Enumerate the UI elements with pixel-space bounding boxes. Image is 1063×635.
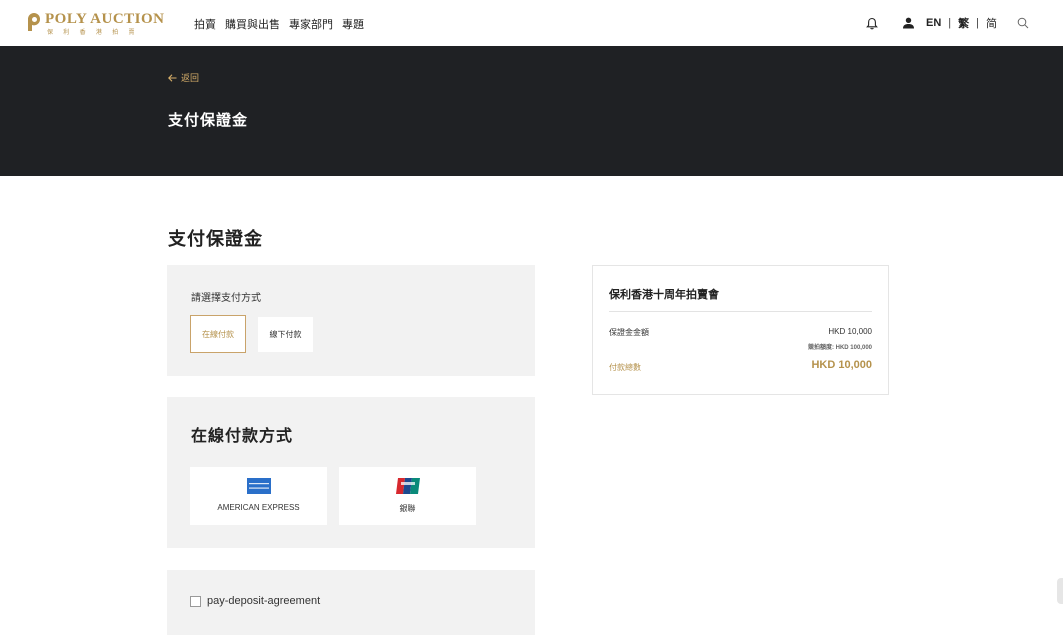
offline-payment-option[interactable]: 線下付款 xyxy=(258,317,313,352)
agreement-label: pay-deposit-agreement xyxy=(207,595,321,607)
amex-label: AMERICAN EXPRESS xyxy=(217,503,300,512)
page-hero-banner: 返回 支付保證金 xyxy=(0,46,1063,176)
payment-method-label: 請選擇支付方式 xyxy=(191,293,261,304)
deposit-amount-value: HKD 10,000 xyxy=(828,327,872,336)
amex-payment-card[interactable]: AMERICAN EXPRESS xyxy=(190,467,327,525)
header-utilities: EN | 繁 | 简 xyxy=(863,13,1032,33)
search-icon[interactable] xyxy=(1014,14,1032,32)
logo-text: POLY AUCTION xyxy=(45,11,165,27)
online-payment-methods-panel: 在線付款方式 AMERICAN EXPRESS 銀聯 xyxy=(167,397,535,548)
logo-subtext: 保利香港拍賣 xyxy=(47,30,145,36)
total-value: HKD 10,000 xyxy=(811,359,872,371)
agreement-panel: pay-deposit-agreement xyxy=(167,570,535,635)
payment-method-panel: 請選擇支付方式 在線付款 線下付款 xyxy=(167,265,535,376)
lang-en[interactable]: EN xyxy=(926,17,941,29)
online-payment-option[interactable]: 在線付款 xyxy=(190,315,246,353)
nav-item-departments[interactable]: 專家部門 xyxy=(289,16,333,32)
agreement-checkbox-row[interactable]: pay-deposit-agreement xyxy=(190,595,320,607)
arrow-left-icon xyxy=(168,73,177,82)
side-edge-tab[interactable] xyxy=(1057,578,1063,604)
auction-title: 保利香港十周年拍賣會 xyxy=(609,289,719,301)
main-nav: 拍賣 購買與出售 專家部門 專題 xyxy=(194,16,364,32)
online-methods-title: 在線付款方式 xyxy=(191,428,294,445)
hero-title: 支付保證金 xyxy=(168,112,249,129)
order-summary-card: 保利香港十周年拍賣會 保證金金額 HKD 10,000 競拍額度: HKD 10… xyxy=(592,265,889,395)
back-link[interactable]: 返回 xyxy=(168,71,199,84)
agreement-checkbox[interactable] xyxy=(190,595,201,607)
page-title: 支付保證金 xyxy=(168,229,263,249)
nav-item-buy-sell[interactable]: 購買與出售 xyxy=(225,16,280,32)
unionpay-payment-card[interactable]: 銀聯 xyxy=(339,467,476,525)
unionpay-icon xyxy=(395,478,420,494)
amex-icon xyxy=(246,478,271,494)
top-navigation-bar: POLY AUCTION 保利香港拍賣 拍賣 購買與出售 專家部門 專題 EN … xyxy=(0,0,1063,46)
user-icon[interactable] xyxy=(899,14,917,32)
back-label: 返回 xyxy=(181,73,200,83)
nav-item-features[interactable]: 專題 xyxy=(342,16,364,32)
lang-separator: | xyxy=(948,17,952,29)
bell-icon[interactable] xyxy=(863,14,881,32)
poly-auction-logo[interactable]: POLY AUCTION 保利香港拍賣 xyxy=(26,11,171,37)
logo-mark-icon xyxy=(28,13,41,31)
summary-divider xyxy=(609,311,872,312)
deposit-amount-label: 保證金金額 xyxy=(609,328,649,337)
bid-limit-value: 競拍額度: HKD 100,000 xyxy=(807,345,872,351)
lang-simplified[interactable]: 简 xyxy=(986,15,997,31)
lang-traditional[interactable]: 繁 xyxy=(958,15,969,31)
total-label: 付款總數 xyxy=(609,363,641,372)
lang-separator: | xyxy=(976,17,979,29)
nav-item-auctions[interactable]: 拍賣 xyxy=(194,16,216,32)
unionpay-label: 銀聯 xyxy=(399,504,416,513)
